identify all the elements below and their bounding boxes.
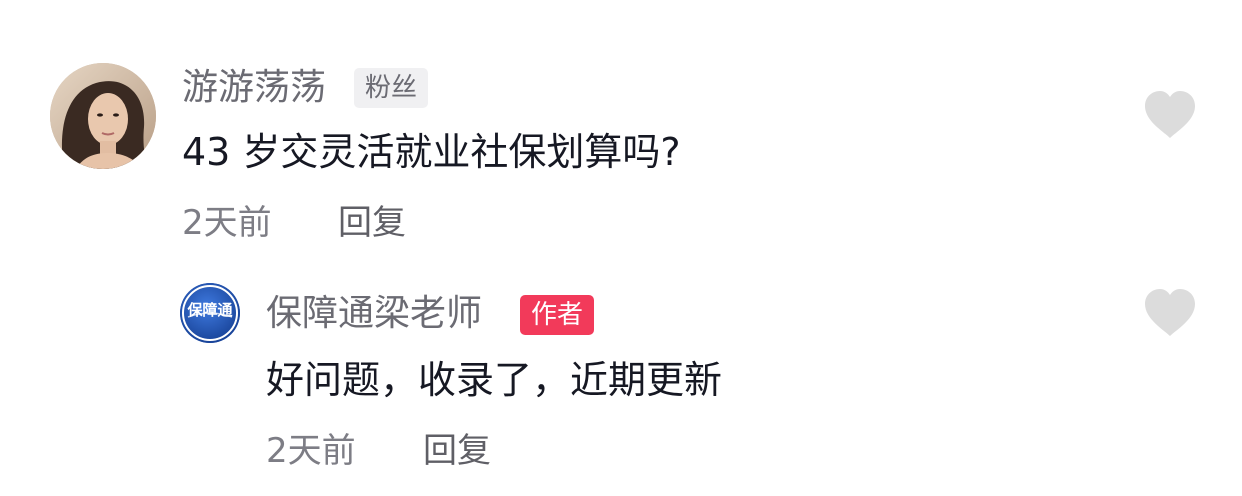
- author-badge: 作者: [520, 295, 595, 335]
- comment-text: 好问题，收录了，近期更新: [266, 358, 723, 402]
- reply-button[interactable]: 回复: [423, 434, 491, 468]
- reply-comment-item: 保障通 保障通梁老师 作者 好问题，收录了，近期更新 2天前 回复: [0, 0, 1242, 496]
- like-button[interactable]: [1142, 288, 1198, 338]
- comment-time: 2天前: [266, 431, 356, 471]
- comment-username[interactable]: 保障通梁老师: [266, 296, 482, 332]
- heart-icon: [1145, 289, 1195, 336]
- author-avatar[interactable]: 保障通: [180, 283, 240, 343]
- logo-text: 保障通: [187, 301, 233, 319]
